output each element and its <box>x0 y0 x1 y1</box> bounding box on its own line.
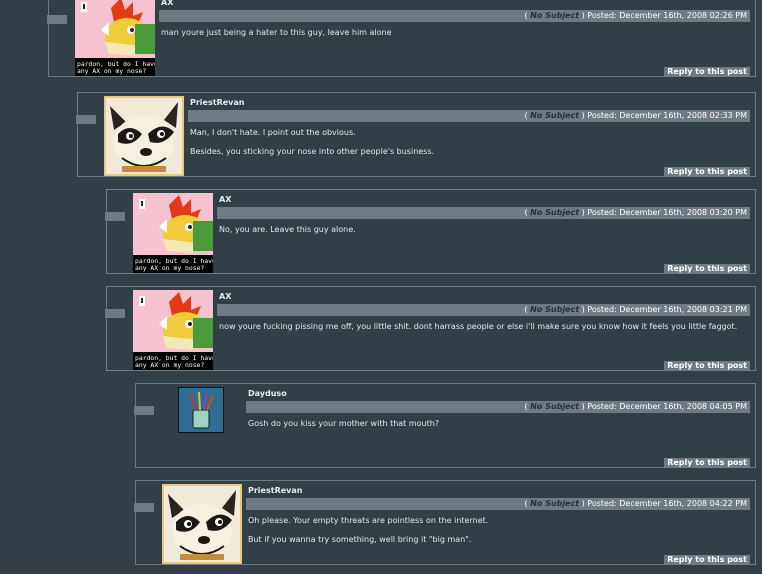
reply-to-post-link[interactable]: Reply to this post <box>664 67 750 77</box>
post-author[interactable]: PriestRevan <box>190 98 244 107</box>
forum-post: Dayduso ( No Subject ) Posted: December … <box>134 383 756 468</box>
post-header: ( No Subject ) Posted: December 16th, 20… <box>217 304 750 316</box>
post-subject: No Subject <box>530 402 580 411</box>
posted-label: Posted: <box>587 499 617 508</box>
post-subject: No Subject <box>530 499 580 508</box>
thread-indent-bar <box>105 309 125 318</box>
post-subject: No Subject <box>530 111 580 120</box>
avatar[interactable]: pardon, but do I have any AX on my nose? <box>133 193 213 273</box>
posted-label: Posted: <box>587 208 617 217</box>
post-author[interactable]: AX <box>161 0 173 7</box>
post-author[interactable]: Dayduso <box>248 389 287 398</box>
post-author[interactable]: AX <box>219 292 231 301</box>
avatar[interactable] <box>178 387 224 433</box>
post-date: December 16th, 2008 04:22 PM <box>619 499 747 508</box>
posted-label: Posted: <box>587 305 617 314</box>
post-author[interactable]: AX <box>219 195 231 204</box>
raccoon-avatar-icon <box>162 484 242 564</box>
avatar[interactable] <box>104 96 184 176</box>
bowser-avatar-icon: pardon, but do I have any AX on my nose? <box>133 193 213 273</box>
avatar[interactable] <box>162 484 242 564</box>
posted-label: Posted: <box>587 111 617 120</box>
post-header: ( No Subject ) Posted: December 16th, 20… <box>188 110 750 122</box>
forum-post: PriestRevan ( No Subject ) Posted: Decem… <box>134 480 756 565</box>
post-header: ( No Subject ) Posted: December 16th, 20… <box>246 401 750 413</box>
thread-indent-bar <box>47 15 67 24</box>
forum-post: pardon, but do I have any AX on my nose?… <box>47 0 756 77</box>
post-subject: No Subject <box>530 305 580 314</box>
post-subject: No Subject <box>530 208 580 217</box>
post-date: December 16th, 2008 03:20 PM <box>619 208 747 217</box>
reply-to-post-link[interactable]: Reply to this post <box>664 458 750 468</box>
forum-post: PriestRevan ( No Subject ) Posted: Decem… <box>76 92 756 177</box>
reply-to-post-link[interactable]: Reply to this post <box>664 555 750 565</box>
forum-post: pardon, but do I have any AX on my nose?… <box>105 286 756 371</box>
bowser-avatar-icon: pardon, but do I have any AX on my nose? <box>133 290 213 370</box>
posted-label: Posted: <box>587 11 617 20</box>
avatar[interactable]: pardon, but do I have any AX on my nose? <box>133 290 213 370</box>
reply-to-post-link[interactable]: Reply to this post <box>664 167 750 177</box>
post-body: Oh please. Your empty threats are pointl… <box>248 516 489 544</box>
thread-indent-bar <box>76 115 96 124</box>
post-date: December 16th, 2008 04:05 PM <box>619 402 747 411</box>
post-body: Man, I don't hate. I point out the obvio… <box>190 128 435 156</box>
post-subject: No Subject <box>530 11 580 20</box>
post-date: December 16th, 2008 02:26 PM <box>619 11 747 20</box>
post-author[interactable]: PriestRevan <box>248 486 302 495</box>
posted-label: Posted: <box>587 402 617 411</box>
post-body: Gosh do you kiss your mother with that m… <box>248 419 440 428</box>
avatar-caption-line-2: any AX on my nose? <box>77 67 146 75</box>
raccoon-avatar-icon <box>104 96 184 176</box>
thread-indent-bar <box>134 503 154 512</box>
avatar[interactable]: pardon, but do I have any AX on my nose? <box>75 0 155 76</box>
post-date: December 16th, 2008 02:33 PM <box>619 111 747 120</box>
post-body: now youre fucking pissing me off, you li… <box>219 322 738 331</box>
paintbrush-cup-icon <box>179 388 223 432</box>
post-date: December 16th, 2008 03:21 PM <box>619 305 747 314</box>
post-body: man youre just being a hater to this guy… <box>161 28 392 37</box>
avatar-caption-line-2: any AX on my nose? <box>135 361 204 369</box>
post-header: ( No Subject ) Posted: December 16th, 20… <box>159 10 750 22</box>
post-header: ( No Subject ) Posted: December 16th, 20… <box>246 498 750 510</box>
bowser-avatar-icon: pardon, but do I have any AX on my nose? <box>75 0 155 76</box>
forum-post: pardon, but do I have any AX on my nose?… <box>105 189 756 274</box>
post-body: No, you are. Leave this guy alone. <box>219 225 356 234</box>
thread-indent-bar <box>105 212 125 221</box>
thread-indent-bar <box>134 406 154 415</box>
post-header: ( No Subject ) Posted: December 16th, 20… <box>217 207 750 219</box>
reply-to-post-link[interactable]: Reply to this post <box>664 264 750 274</box>
reply-to-post-link[interactable]: Reply to this post <box>664 361 750 371</box>
avatar-caption-line-2: any AX on my nose? <box>135 264 204 272</box>
